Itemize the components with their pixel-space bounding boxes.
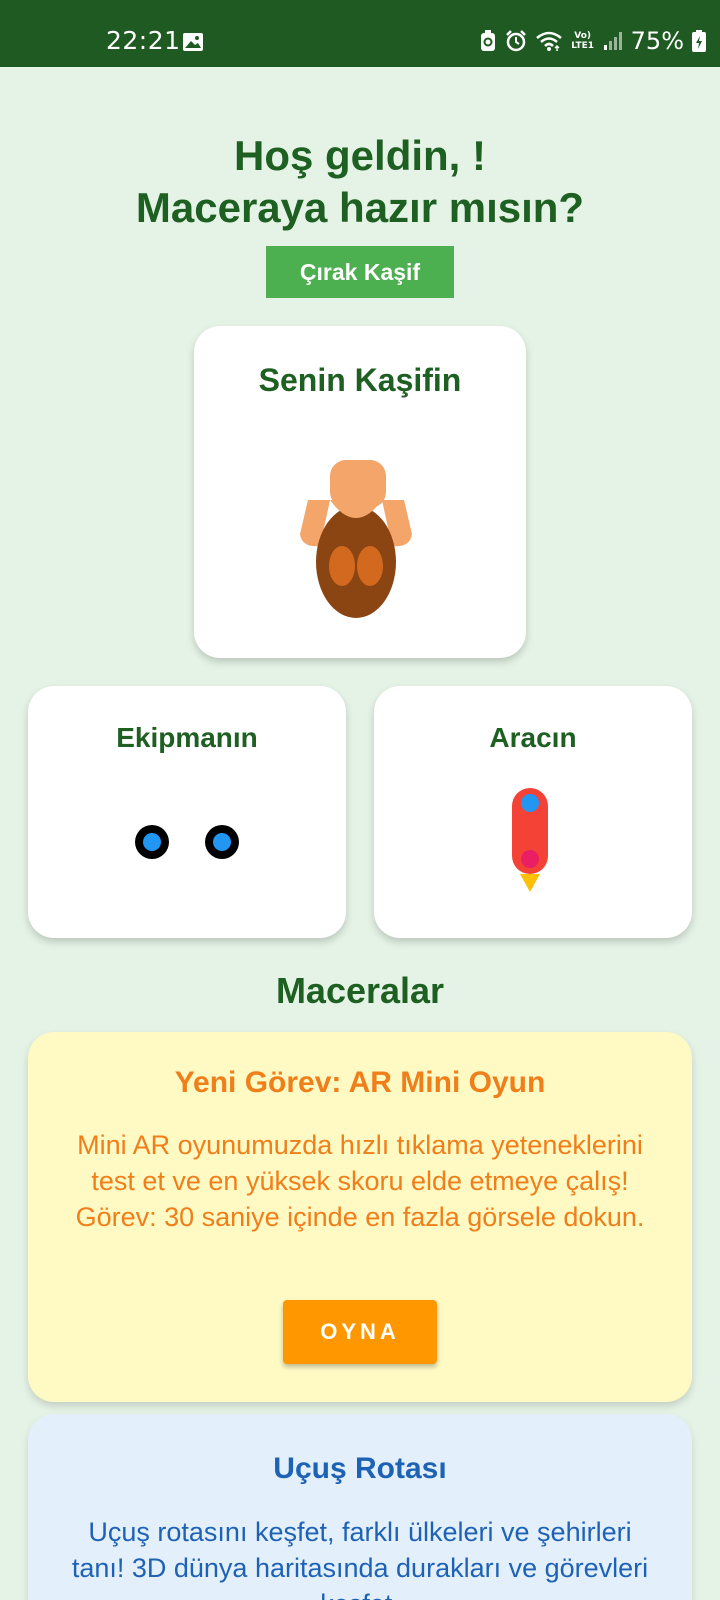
- explorer-card[interactable]: Senin Kaşifin: [194, 326, 526, 658]
- image-icon: [183, 33, 203, 51]
- mission-description: Mini AR oyunumuzda hızlı tıklama yetenek…: [75, 1130, 645, 1232]
- vehicle-card[interactable]: Aracın: [374, 686, 692, 938]
- battery-icon: [692, 30, 706, 52]
- status-icons: Vo) LTE1 75%: [479, 26, 706, 56]
- rank-badge: Çırak Kaşif: [266, 246, 454, 298]
- explorer-card-title: Senin Kaşifin: [258, 362, 462, 398]
- goggles-icon: [135, 825, 239, 859]
- route-title: Uçuş Rotası: [273, 1452, 447, 1485]
- status-bar: 22:21 Vo) LTE1 75%: [0, 0, 720, 67]
- vehicle-card-title: Aracın: [489, 722, 577, 753]
- welcome-line-1: Hoş geldin, !: [234, 132, 486, 179]
- mission-card: Yeni Görev: AR Mini Oyun Mini AR oyunumu…: [28, 1032, 692, 1402]
- status-time: 22:21: [106, 26, 181, 55]
- alarm-icon: [505, 30, 526, 52]
- welcome-line-2: Maceraya hazır mısın?: [135, 184, 585, 231]
- battery-percent: 75%: [630, 27, 684, 55]
- mission-title: Yeni Görev: AR Mini Oyun: [174, 1066, 546, 1099]
- adventures-section-title: Maceralar: [275, 970, 445, 1011]
- rocket-icon: [512, 788, 548, 892]
- explorer-avatar-icon: [300, 460, 412, 618]
- wifi-icon: [535, 31, 562, 51]
- route-card[interactable]: Uçuş Rotası Uçuş rotasını keşfet, farklı…: [28, 1414, 692, 1600]
- data-saver-icon: [480, 30, 495, 51]
- signal-icon: [603, 32, 622, 50]
- equipment-card[interactable]: Ekipmanın: [28, 686, 346, 938]
- route-description: Uçuş rotasını keşfet, farklı ülkeleri ve…: [71, 1517, 649, 1600]
- equipment-card-title: Ekipmanın: [116, 722, 258, 753]
- play-button[interactable]: OYNA: [283, 1300, 437, 1364]
- welcome-heading: Hoş geldin, ! Maceraya hazır mısın?: [0, 130, 720, 234]
- lte-icon: Vo) LTE1: [571, 31, 595, 51]
